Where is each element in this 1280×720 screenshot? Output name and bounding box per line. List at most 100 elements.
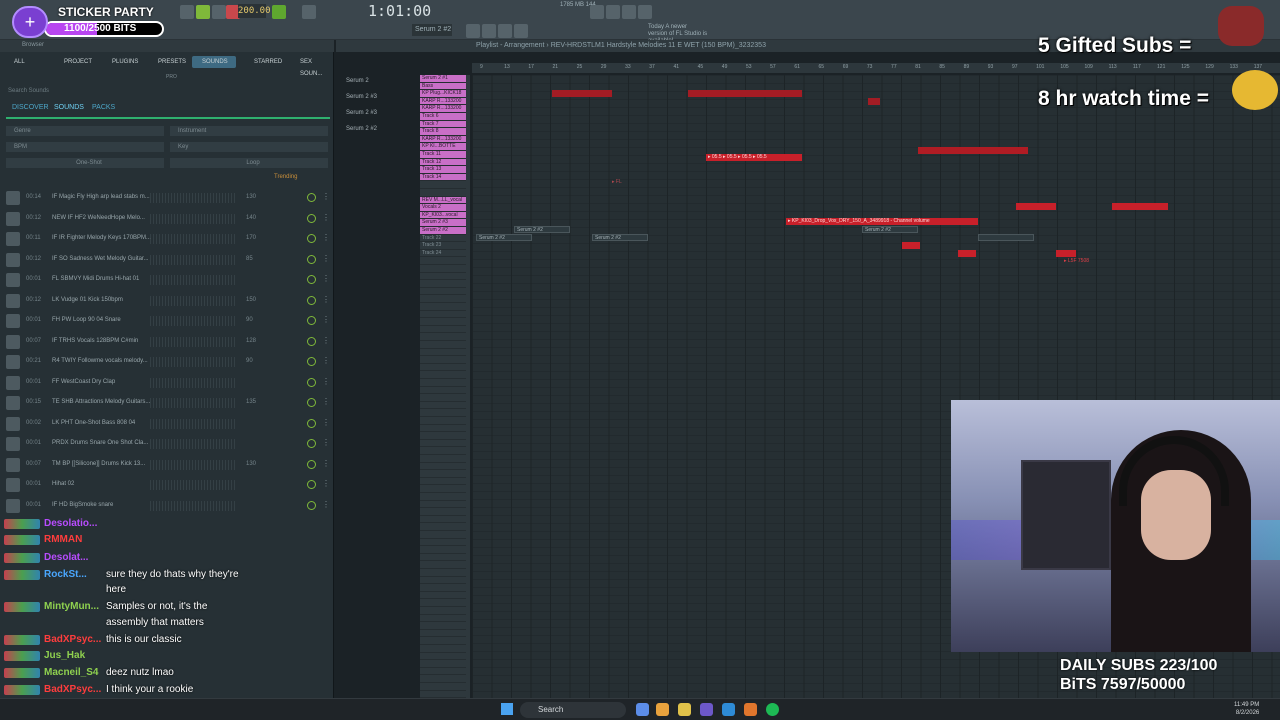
clip[interactable]: ▸ FL	[610, 179, 630, 186]
sample-name[interactable]: IF TRHS Vocals 128BPM C#min	[52, 338, 138, 344]
track-header[interactable]	[420, 280, 466, 288]
play-icon[interactable]	[307, 357, 316, 366]
sample-row[interactable]: 00:02 LK PHT One-Shot Bass 808 04 ⋮	[0, 414, 334, 434]
sample-row[interactable]: 00:11 IF IR Fighter Melody Keys 170BPM...…	[0, 229, 334, 249]
track-header[interactable]	[420, 318, 466, 326]
track-header[interactable]: Track 12	[420, 158, 466, 167]
track-header[interactable]	[420, 181, 466, 189]
clip[interactable]	[1016, 203, 1056, 210]
clip[interactable]: Serum 2 #2	[592, 234, 648, 241]
sounds-search-input[interactable]: Search Sounds	[8, 88, 49, 94]
sample-row[interactable]: 00:07 IF TRHS Vocals 128BPM C#min 128 ⋮	[0, 332, 334, 352]
track-header[interactable]	[420, 341, 466, 349]
sample-row[interactable]: 00:01 FL SBMVY Midi Drums Hi-hat 01 ⋮	[0, 270, 334, 290]
track-header[interactable]	[420, 394, 466, 402]
sample-row[interactable]: 00:12 IF SO Sadness Wet Melody Guitar... 8…	[0, 250, 334, 270]
sample-row[interactable]: 00:12 LK Vudge 01 Kick 150bpm 150 ⋮	[0, 291, 334, 311]
track-header[interactable]: Track 13	[420, 166, 466, 174]
track-header[interactable]: KARP R...133200	[420, 105, 466, 113]
track-header[interactable]	[420, 599, 466, 607]
track-header[interactable]	[420, 349, 466, 357]
play-icon[interactable]	[307, 500, 316, 510]
clip[interactable]	[868, 98, 880, 105]
settings-icon[interactable]	[638, 5, 652, 19]
clip[interactable]	[918, 147, 1028, 154]
sample-row[interactable]: 00:01 PRDX Drums Snare One Shot Cla... ⋮	[0, 434, 334, 454]
tempo-display[interactable]: 200.00	[238, 4, 271, 18]
track-header[interactable]	[420, 546, 466, 554]
clip[interactable]	[552, 90, 612, 97]
more-icon[interactable]: ⋮	[322, 459, 330, 468]
play-icon[interactable]	[307, 234, 316, 243]
sample-name[interactable]: R4 TWIY Followme vocals melody...	[52, 358, 148, 364]
play-icon[interactable]	[307, 316, 316, 325]
more-icon[interactable]: ⋮	[322, 397, 330, 406]
track-header[interactable]	[420, 425, 466, 433]
sample-row[interactable]: 00:21 R4 TWIY Followme vocals melody... 90…	[0, 352, 334, 372]
channel-item[interactable]: Serum 2	[346, 78, 369, 84]
track-header[interactable]	[420, 356, 466, 364]
sample-row[interactable]: 00:01 Hihat 02 ⋮	[0, 475, 334, 495]
chat-username[interactable]: RMMAN	[44, 534, 82, 545]
track-header[interactable]	[420, 447, 466, 455]
stop-button[interactable]	[212, 5, 226, 19]
play-button[interactable]	[196, 5, 210, 19]
track-header[interactable]: Serum 2 #2	[420, 227, 466, 235]
track-header[interactable]: Track 6	[420, 113, 466, 121]
sync-icon[interactable]	[590, 5, 604, 19]
play-icon[interactable]	[307, 193, 316, 202]
pattern-song-toggle[interactable]	[180, 5, 194, 19]
track-header[interactable]: Serum 2 #1	[420, 75, 466, 83]
channel-rack-icon[interactable]	[498, 24, 512, 38]
key-filter[interactable]: Key	[170, 142, 328, 152]
track-header[interactable]	[420, 295, 466, 303]
track-header[interactable]	[420, 257, 466, 265]
track-header[interactable]: Track 23	[420, 242, 466, 250]
play-icon[interactable]	[307, 213, 316, 223]
sample-row[interactable]: 00:01 FH PW Loop 90 04 Snare 90 ⋮	[0, 311, 334, 331]
track-header[interactable]	[420, 333, 466, 341]
play-icon[interactable]	[307, 439, 316, 448]
sample-name[interactable]: IF HD BigSmoke snare	[52, 502, 113, 508]
sample-name[interactable]: Hihat 02	[52, 481, 74, 487]
more-icon[interactable]: ⋮	[322, 213, 330, 222]
track-header[interactable]	[420, 668, 466, 676]
track-header[interactable]	[420, 455, 466, 463]
more-icon[interactable]: ⋮	[322, 233, 330, 242]
file-explorer-icon[interactable]	[678, 703, 691, 716]
play-icon[interactable]	[307, 377, 316, 387]
timeline-ruler[interactable]: 9 13 17 21 25 29 33 37 41 45 49 53 57 61 65 69 73 77 81 85 8…	[472, 63, 1280, 73]
track-header[interactable]	[420, 645, 466, 653]
windows-start-icon[interactable]	[501, 703, 513, 715]
play-icon[interactable]	[307, 418, 316, 428]
track-header[interactable]	[420, 402, 466, 410]
sample-name[interactable]: TE SHB Attractions Melody Guitars...	[52, 399, 150, 405]
sample-name[interactable]: FF WestCoast Dry Clap	[52, 379, 115, 385]
more-icon[interactable]: ⋮	[322, 336, 330, 345]
tab-sounds[interactable]: SOUNDS	[192, 56, 236, 68]
track-header[interactable]	[420, 371, 466, 379]
taskbar-search[interactable]: Search	[520, 702, 626, 718]
track-header[interactable]	[420, 478, 466, 486]
track-header[interactable]	[420, 683, 466, 691]
track-header[interactable]: Serum 2 #3	[420, 219, 466, 227]
play-icon[interactable]	[307, 336, 316, 346]
tab-all[interactable]: ALL	[4, 56, 36, 68]
track-header[interactable]	[420, 675, 466, 683]
track-header[interactable]: KARP R...133200	[420, 135, 466, 144]
sample-name[interactable]: IF Magic Fly High arp lead stabs m...	[52, 194, 150, 200]
track-header[interactable]	[420, 364, 466, 372]
more-icon[interactable]: ⋮	[322, 356, 330, 365]
metronome-icon[interactable]	[302, 5, 316, 19]
sample-name[interactable]: IF IR Fighter Melody Keys 170BPM...	[52, 235, 151, 241]
track-header[interactable]	[420, 516, 466, 524]
track-header[interactable]: Vocals 2	[420, 204, 466, 212]
track-header[interactable]: Track 22	[420, 235, 466, 243]
track-header[interactable]	[420, 577, 466, 585]
sample-row[interactable]: 00:01 IF HD BigSmoke snare ⋮	[0, 496, 334, 516]
pattern-selector[interactable]: Serum 2 #2	[412, 24, 452, 36]
track-header[interactable]	[420, 630, 466, 638]
sample-row[interactable]: 00:15 TE SHB Attractions Melody Guitars..…	[0, 393, 334, 413]
instrument-filter[interactable]: Instrument	[170, 126, 328, 136]
clip[interactable]: Serum 2 #2	[862, 226, 918, 233]
